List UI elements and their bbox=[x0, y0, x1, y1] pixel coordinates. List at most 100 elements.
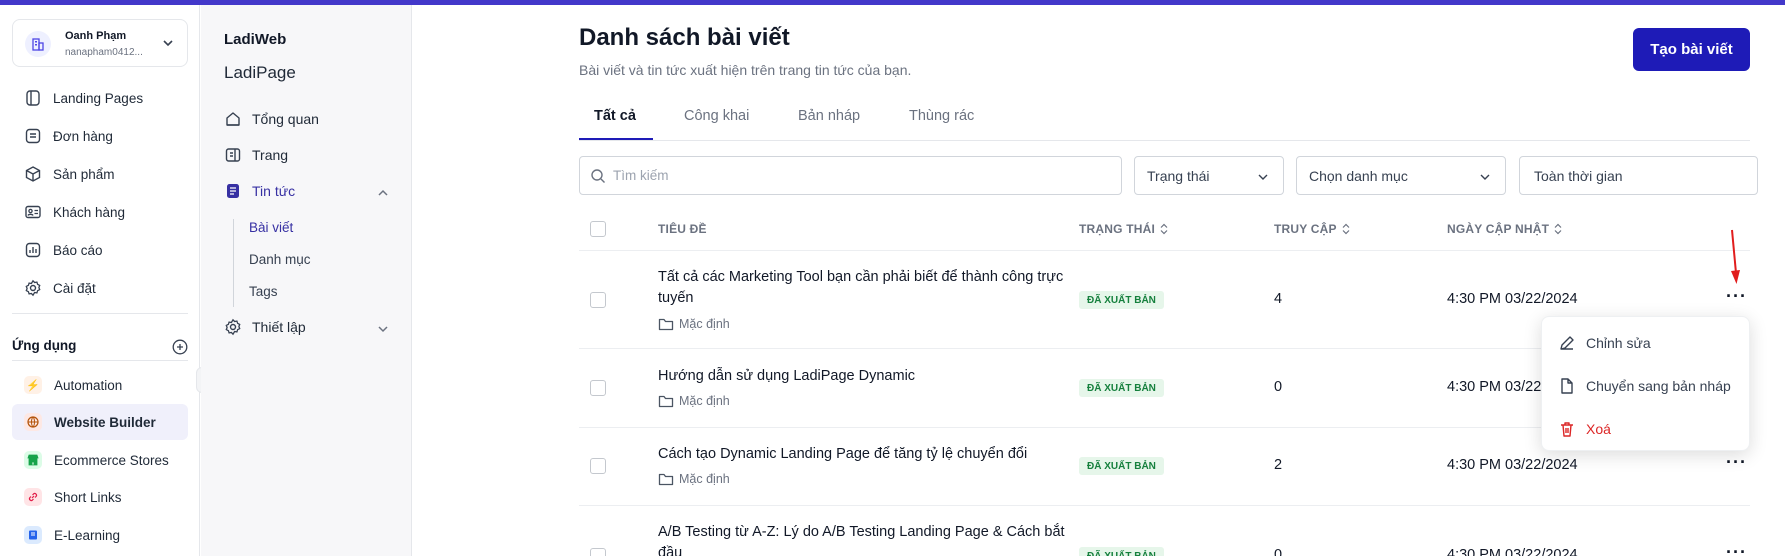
sidebar-item-products[interactable]: Sản phẩm bbox=[24, 162, 115, 186]
subnav-item-posts[interactable]: Bài viết bbox=[249, 220, 293, 235]
chevron-up-icon[interactable] bbox=[376, 186, 390, 200]
select-all-checkbox[interactable] bbox=[590, 221, 606, 237]
chevron-down-icon bbox=[163, 40, 173, 47]
folder-icon bbox=[658, 318, 674, 331]
sidebar-item-orders[interactable]: Đơn hàng bbox=[24, 124, 113, 148]
post-title-link[interactable]: Tất cả các Marketing Tool bạn cần phải b… bbox=[658, 267, 1078, 309]
secondary-sidebar: LadiWeb LadiPage Tổng quan Trang Tin tức… bbox=[201, 5, 412, 556]
account-switcher[interactable]: Oanh Phạm nanapham0412... bbox=[12, 19, 188, 67]
sidebar-item-label: Đơn hàng bbox=[53, 128, 113, 144]
app-item-website-builder[interactable]: Website Builder bbox=[12, 404, 188, 440]
category-filter-dropdown[interactable]: Chọn danh mục bbox=[1296, 156, 1506, 195]
category-filter-value: Chọn danh mục bbox=[1309, 168, 1408, 184]
post-category: Mặc định bbox=[658, 394, 730, 408]
row-more-button[interactable]: ··· bbox=[1726, 286, 1747, 307]
chevron-down-icon bbox=[1258, 174, 1268, 180]
row-checkbox[interactable] bbox=[590, 548, 606, 556]
sort-icon bbox=[1160, 223, 1168, 235]
table-header-divider bbox=[579, 250, 1750, 251]
column-header-status[interactable]: TRẠNG THÁI bbox=[1079, 222, 1168, 236]
active-tab-indicator bbox=[579, 138, 653, 140]
app-item-automation[interactable]: ⚡ Automation bbox=[12, 367, 188, 403]
home-icon bbox=[226, 112, 240, 126]
link-icon bbox=[24, 488, 42, 506]
contact-card-icon bbox=[25, 205, 41, 219]
folder-icon bbox=[658, 395, 674, 408]
book-icon bbox=[24, 526, 42, 544]
tab-public[interactable]: Công khai bbox=[684, 108, 749, 124]
nav-item-overview[interactable]: Tổng quan bbox=[224, 107, 319, 131]
post-category: Mặc định bbox=[658, 472, 730, 486]
site-name: LadiPage bbox=[224, 63, 296, 82]
pencil-icon bbox=[1560, 336, 1574, 350]
column-header-title: TIÊU ĐỀ bbox=[658, 222, 707, 236]
apps-section-title: Ứng dụng bbox=[12, 338, 77, 353]
row-checkbox[interactable] bbox=[590, 380, 606, 396]
post-category: Mặc định bbox=[658, 317, 730, 331]
account-name: Oanh Phạm bbox=[65, 30, 127, 42]
row-more-button[interactable]: ··· bbox=[1726, 452, 1747, 473]
nav-item-label: Tổng quan bbox=[252, 111, 319, 127]
nav-item-pages[interactable]: Trang bbox=[224, 143, 288, 167]
search-input[interactable]: Tìm kiếm bbox=[579, 156, 1122, 195]
column-header-visits[interactable]: TRUY CẬP bbox=[1274, 222, 1350, 236]
time-filter-value: Toàn thời gian bbox=[1534, 168, 1623, 184]
post-title-link[interactable]: A/B Testing từ A-Z: Lý do A/B Testing La… bbox=[658, 522, 1078, 556]
document-icon bbox=[1561, 378, 1573, 394]
nav-item-label: Thiết lập bbox=[252, 319, 306, 335]
subnav-item-categories[interactable]: Danh mục bbox=[249, 252, 311, 267]
building-icon bbox=[25, 31, 51, 57]
sidebar-item-landing-pages[interactable]: Landing Pages bbox=[24, 86, 143, 110]
menu-item-delete[interactable]: Xoá bbox=[1558, 417, 1611, 441]
time-filter-dropdown[interactable]: Toàn thời gian bbox=[1519, 156, 1758, 195]
column-header-updated[interactable]: NGÀY CẬP NHẬT bbox=[1447, 222, 1562, 236]
sidebar-item-settings[interactable]: Cài đặt bbox=[24, 276, 96, 300]
menu-item-move-to-draft[interactable]: Chuyển sang bản nháp bbox=[1558, 374, 1731, 398]
app-item-short-links[interactable]: Short Links bbox=[12, 479, 188, 515]
row-checkbox[interactable] bbox=[590, 458, 606, 474]
post-visits: 2 bbox=[1274, 457, 1283, 473]
menu-item-edit[interactable]: Chỉnh sửa bbox=[1558, 331, 1651, 355]
create-post-button[interactable]: Tạo bài viết bbox=[1633, 28, 1750, 71]
sidebar-item-customers[interactable]: Khách hàng bbox=[24, 200, 125, 224]
subnav-item-tags[interactable]: Tags bbox=[249, 284, 278, 299]
tab-all[interactable]: Tất cả bbox=[594, 108, 636, 124]
app-item-label: E-Learning bbox=[54, 527, 121, 543]
search-placeholder: Tìm kiếm bbox=[613, 168, 669, 183]
status-filter-dropdown[interactable]: Trạng thái bbox=[1134, 156, 1284, 195]
add-circle-icon[interactable] bbox=[172, 339, 188, 355]
app-item-ecommerce-stores[interactable]: Ecommerce Stores bbox=[12, 442, 188, 478]
row-actions-menu: Chỉnh sửa Chuyển sang bản nháp Xoá bbox=[1541, 316, 1750, 451]
row-divider bbox=[579, 505, 1750, 506]
sort-icon bbox=[1554, 223, 1562, 235]
post-updated-date: 4:30 PM 03/22/2024 bbox=[1447, 457, 1578, 473]
row-checkbox[interactable] bbox=[590, 292, 606, 308]
account-email: nanapham0412... bbox=[65, 47, 143, 58]
sidebar-divider bbox=[12, 313, 188, 314]
post-title-link[interactable]: Hướng dẫn sử dụng LadiPage Dynamic bbox=[658, 366, 1078, 387]
sidebar-item-label: Sản phẩm bbox=[53, 166, 115, 182]
status-badge: ĐÃ XUẤT BẢN bbox=[1079, 291, 1164, 309]
store-icon bbox=[24, 451, 42, 469]
sidebar-item-reports[interactable]: Báo cáo bbox=[24, 238, 103, 262]
nav-item-news[interactable]: Tin tức bbox=[224, 179, 295, 203]
nav-item-settings[interactable]: Thiết lập bbox=[224, 315, 306, 339]
app-item-e-learning[interactable]: E-Learning bbox=[12, 517, 188, 553]
post-updated-date: 4:30 PM 03/22/2024 bbox=[1447, 547, 1578, 556]
chevron-down-icon[interactable] bbox=[376, 322, 390, 336]
row-more-button[interactable]: ··· bbox=[1726, 542, 1747, 556]
main-sidebar: Oanh Phạm nanapham0412... Landing Pages … bbox=[0, 5, 200, 556]
app-item-label: Automation bbox=[54, 377, 123, 393]
tab-trash[interactable]: Thùng rác bbox=[909, 108, 974, 124]
app-item-label: Ecommerce Stores bbox=[54, 452, 169, 468]
app-item-label: Short Links bbox=[54, 489, 122, 505]
tab-bar: Tất cả Công khai Bản nháp Thùng rác bbox=[579, 96, 1750, 141]
trash-icon bbox=[1561, 422, 1573, 437]
gear-icon bbox=[25, 279, 41, 297]
tab-draft[interactable]: Bản nháp bbox=[798, 108, 860, 124]
post-title-link[interactable]: Cách tạo Dynamic Landing Page để tăng tỷ… bbox=[658, 444, 1078, 465]
app-item-label: Website Builder bbox=[54, 414, 156, 430]
chevron-down-icon bbox=[1480, 174, 1490, 180]
landing-pages-icon bbox=[26, 90, 40, 106]
page-title: Danh sách bài viết bbox=[579, 24, 790, 51]
